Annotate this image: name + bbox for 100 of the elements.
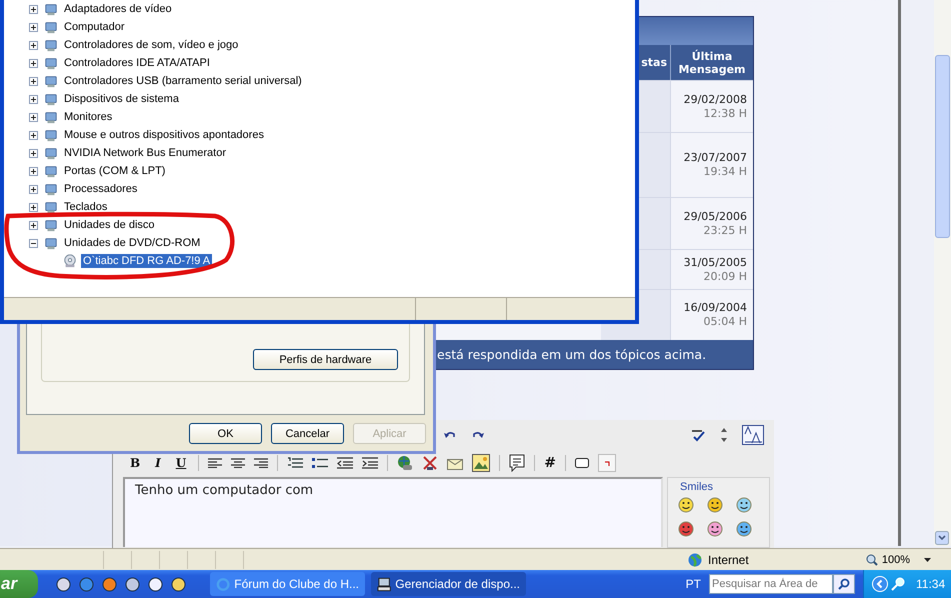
device-icon <box>44 38 58 52</box>
bullet-list-icon[interactable] <box>312 457 328 469</box>
tree-item[interactable]: Dispositivos de sistema <box>62 92 181 106</box>
start-button[interactable]: ar <box>0 570 38 598</box>
indent-icon[interactable] <box>362 457 378 469</box>
device-icon <box>44 182 58 196</box>
tree-item[interactable]: Computador <box>62 20 127 34</box>
collapse-icon[interactable] <box>29 238 38 248</box>
smiley-icon[interactable] <box>736 521 752 537</box>
tree-item[interactable]: Monitores <box>62 110 114 124</box>
dialog-button[interactable]: Cancelar <box>271 423 344 444</box>
quote-icon[interactable] <box>509 454 526 472</box>
message-field[interactable]: Tenho um computador com <box>123 477 663 547</box>
outdent-icon[interactable] <box>337 457 354 469</box>
align-icon[interactable] <box>231 458 246 468</box>
time-text: 23:25 H <box>704 224 747 238</box>
tree-item[interactable]: NVIDIA Network Bus Enumerator <box>62 146 228 160</box>
tree-item[interactable]: Mouse e outros dispositivos apontadores <box>62 128 266 142</box>
hash-button[interactable]: # <box>544 455 556 471</box>
smiles-title: Smiles <box>680 481 714 493</box>
smiley-icon[interactable] <box>678 497 694 513</box>
expand-icon[interactable] <box>29 94 38 104</box>
numbered-list-icon[interactable] <box>287 457 304 469</box>
search-button[interactable] <box>833 574 855 594</box>
scroll-down-icon[interactable] <box>935 531 949 545</box>
taskbar-button[interactable]: Gerenciador de dispo... <box>371 572 526 596</box>
expand-icon[interactable] <box>29 202 38 212</box>
dialog-button[interactable]: OK <box>189 423 262 444</box>
time-text: 19:34 H <box>704 165 747 179</box>
date-text: 29/02/2008 <box>684 92 747 106</box>
tree-item[interactable]: Controladores IDE ATA/ATAPI <box>62 56 212 70</box>
tree-item[interactable]: Unidades de disco <box>62 218 157 232</box>
tree-item[interactable]: Teclados <box>62 200 110 214</box>
globe-link-icon[interactable] <box>397 455 414 471</box>
device-icon <box>44 164 58 178</box>
picture-icon[interactable] <box>472 454 490 472</box>
tree-item[interactable]: O`tiabc DFD RG AD-7!9 A <box>81 254 212 268</box>
tree-item[interactable]: Controladores de som, vídeo e jogo <box>62 38 240 52</box>
device-icon <box>44 200 58 214</box>
expand-icon[interactable] <box>29 220 38 230</box>
expand-icon[interactable] <box>29 76 38 86</box>
expand-icon[interactable] <box>29 112 38 122</box>
app-icon[interactable] <box>148 576 163 592</box>
format-button[interactable]: I <box>152 456 164 470</box>
device-icon <box>44 20 58 34</box>
language-indicator[interactable]: PT <box>686 577 701 591</box>
zoom-level[interactable]: 100% <box>882 554 910 566</box>
date-text: 31/05/2005 <box>684 256 747 270</box>
device-icon <box>44 92 58 106</box>
undo-icon[interactable] <box>443 430 457 440</box>
device-icon <box>44 236 58 250</box>
expand-icon[interactable] <box>29 184 38 194</box>
app-icon[interactable] <box>125 576 140 592</box>
smiley-icon[interactable] <box>707 521 723 537</box>
app-icon[interactable] <box>56 576 71 592</box>
footer-text: está respondida em um dos tópicos acima. <box>437 347 706 362</box>
smiley-icon[interactable] <box>707 497 723 513</box>
disc-drive-icon <box>63 254 77 268</box>
tree-item[interactable]: Unidades de DVD/CD-ROM <box>62 236 202 250</box>
dropdown-icon[interactable] <box>924 558 931 562</box>
expand-icon[interactable] <box>29 148 38 158</box>
tree-item[interactable]: Adaptadores de vídeo <box>62 2 174 16</box>
scrollbar[interactable] <box>934 0 951 546</box>
tree-item[interactable]: Processadores <box>62 182 140 196</box>
app-icon[interactable] <box>171 576 186 592</box>
expand-icon[interactable] <box>29 58 38 68</box>
font-icon[interactable] <box>742 425 764 445</box>
taskbar-button[interactable]: Fórum do Clube do H... <box>210 572 365 596</box>
align-icon[interactable] <box>208 458 222 468</box>
time-text: 20:09 H <box>704 270 747 284</box>
resize-icon[interactable] <box>720 427 728 443</box>
expand-icon[interactable] <box>29 40 38 50</box>
align-icon[interactable] <box>254 458 268 468</box>
smiley-icon[interactable] <box>736 497 752 513</box>
chevron-icon[interactable] <box>872 576 888 592</box>
scrollbar-thumb[interactable] <box>935 55 950 238</box>
search-icon <box>838 578 850 590</box>
expand-icon[interactable] <box>29 130 38 140</box>
tree-item[interactable]: Controladores USB (barramento serial universal) <box>62 74 304 88</box>
search-icon[interactable] <box>891 577 905 591</box>
device-icon <box>44 218 58 232</box>
format-button[interactable]: B <box>127 456 144 470</box>
time-text: 12:38 H <box>704 106 747 120</box>
envelope-icon[interactable] <box>447 456 464 470</box>
globe-icon <box>688 552 702 566</box>
time-text: 05:04 H <box>704 315 747 329</box>
hardware-profiles-button[interactable]: Perfis de hardware <box>253 349 398 370</box>
zoom-icon[interactable] <box>866 554 878 566</box>
redo-icon[interactable] <box>471 430 485 440</box>
smiley-icon[interactable] <box>678 521 694 537</box>
column-header: Última Mensagem <box>677 50 746 76</box>
tree-item[interactable]: Portas (COM & LPT) <box>62 164 168 178</box>
format-button[interactable]: U <box>172 456 190 470</box>
expand-icon[interactable] <box>29 166 38 176</box>
expand-icon[interactable] <box>29 4 38 14</box>
spellcheck-icon[interactable] <box>690 428 706 442</box>
expand-icon[interactable] <box>29 22 38 32</box>
app-icon[interactable] <box>102 576 117 592</box>
device-icon <box>44 128 58 142</box>
rectangle-icon[interactable] <box>574 458 589 468</box>
